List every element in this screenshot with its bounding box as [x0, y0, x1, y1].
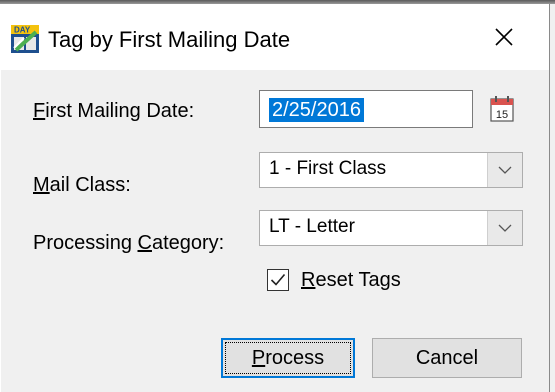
first-mailing-date-input[interactable]: 2/25/2016 — [259, 90, 473, 128]
reset-tags-label: Reset Tags — [301, 268, 401, 291]
processing-category-label: Processing Category: — [33, 232, 225, 254]
reset-tags-checkbox[interactable] — [267, 269, 289, 291]
calendar-icon[interactable]: 15 — [488, 94, 516, 124]
tag-by-date-dialog: DAY Tag by First Mailing Date First Mail… — [0, 4, 550, 392]
mail-class-dropdown-button[interactable] — [487, 153, 522, 187]
first-mailing-date-value: 2/25/2016 — [269, 98, 364, 122]
process-button[interactable]: Process — [221, 338, 355, 378]
svg-text:DAY: DAY — [14, 26, 31, 35]
chevron-down-icon — [498, 166, 512, 174]
first-mailing-date-label: First Mailing Date: — [33, 100, 195, 122]
processing-category-value: LT - Letter — [269, 216, 355, 237]
mail-class-label: Mail Class: — [33, 174, 131, 196]
title-bar[interactable]: DAY Tag by First Mailing Date — [0, 4, 549, 70]
processing-category-select[interactable]: LT - Letter — [259, 210, 523, 246]
checkmark-icon — [270, 273, 286, 286]
dialog-edge — [550, 4, 555, 392]
close-icon — [495, 28, 513, 46]
reset-tags-option[interactable]: Reset Tags — [267, 266, 401, 294]
cancel-button[interactable]: Cancel — [372, 338, 522, 378]
dialog-body: First Mailing Date: 2/25/2016 15 Mail Cl… — [1, 70, 549, 392]
mail-class-select[interactable]: 1 - First Class — [259, 152, 523, 188]
cancel-button-label: Cancel — [415, 346, 479, 369]
mail-class-value: 1 - First Class — [269, 158, 387, 179]
app-calendar-icon: DAY — [11, 25, 39, 53]
chevron-down-icon — [498, 224, 512, 232]
close-button[interactable] — [468, 8, 540, 66]
process-button-label: Process — [251, 346, 325, 369]
window-title: Tag by First Mailing Date — [48, 27, 291, 52]
processing-category-dropdown-button[interactable] — [487, 211, 522, 245]
calendar-icon-day: 15 — [496, 109, 508, 121]
